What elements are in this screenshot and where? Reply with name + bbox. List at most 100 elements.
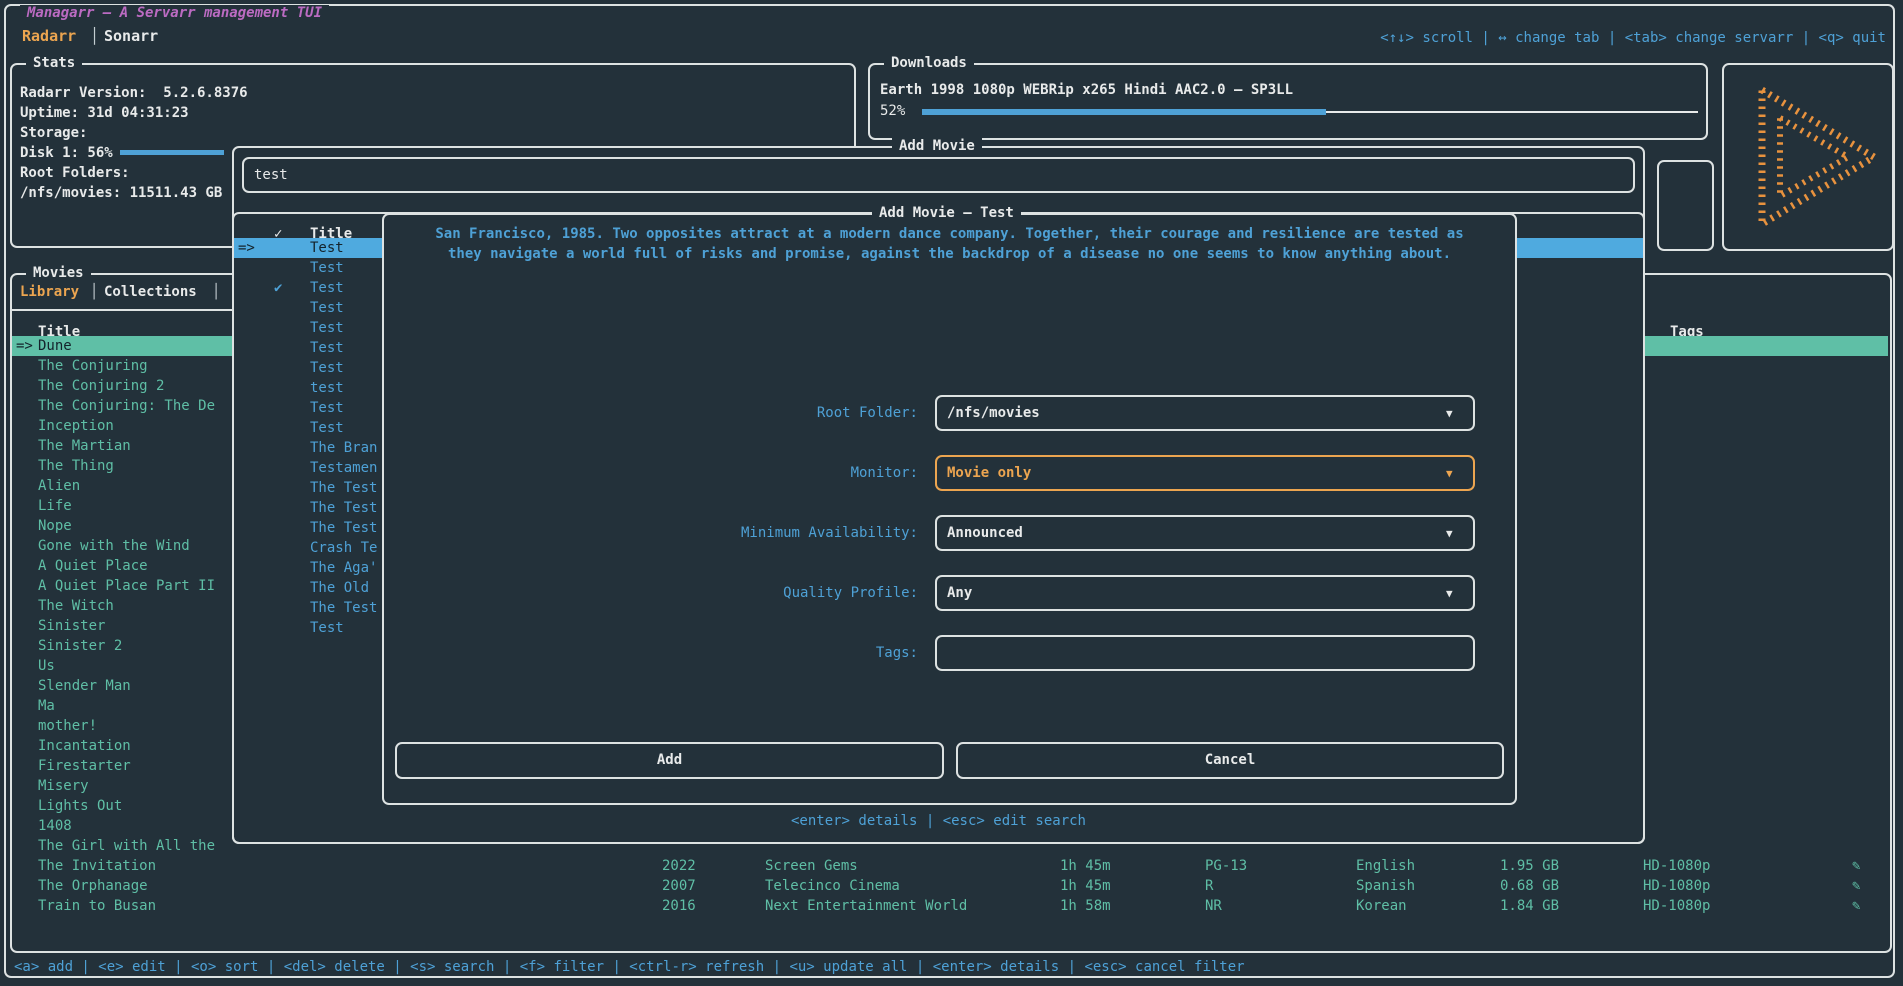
movie-row[interactable]: The Invitation: [38, 858, 156, 874]
movie-row[interactable]: Firestarter: [38, 758, 131, 774]
movie-row[interactable]: The Conjuring: The De: [38, 398, 215, 414]
add-movie-overlay-title: Add Movie: [892, 138, 982, 154]
search-result-row[interactable]: Testamen: [310, 460, 377, 476]
search-result-row[interactable]: Test: [310, 400, 344, 416]
movie-row[interactable]: Gone with the Wind: [38, 538, 190, 554]
search-result-row[interactable]: Test: [310, 300, 344, 316]
movie-row[interactable]: Sinister 2: [38, 638, 122, 654]
movie-row[interactable]: Slender Man: [38, 678, 131, 694]
search-result-row[interactable]: The Test: [310, 600, 377, 616]
add-movie-modal-title: Add Movie – Test: [872, 205, 1021, 221]
add-movie-modal: [382, 213, 1517, 805]
movie-row[interactable]: The Conjuring 2: [38, 378, 164, 394]
movie-row[interactable]: The Thing: [38, 458, 114, 474]
movie-cell: Next Entertainment World: [765, 898, 967, 914]
movie-row[interactable]: Nope: [38, 518, 72, 534]
search-result-row[interactable]: Test: [310, 340, 344, 356]
monitored-pencil-icon: ✎: [1852, 858, 1860, 874]
tab-separator: │: [90, 28, 99, 44]
search-result-row[interactable]: Test: [310, 240, 344, 256]
tab-library[interactable]: Library: [20, 284, 79, 300]
monitored-pencil-icon: ✎: [1852, 898, 1860, 914]
movie-row[interactable]: Sinister: [38, 618, 105, 634]
movie-row[interactable]: The Conjuring: [38, 358, 148, 374]
dropdown-arrow-icon: ▼: [1446, 526, 1453, 542]
movie-cell: 0.68 GB: [1500, 878, 1559, 894]
movie-row[interactable]: Us: [38, 658, 55, 674]
movie-cell: Telecinco Cinema: [765, 878, 900, 894]
search-result-row[interactable]: The Test: [310, 480, 377, 496]
search-result-row[interactable]: Test: [310, 260, 344, 276]
movie-cell: 2022: [662, 858, 696, 874]
search-result-row[interactable]: Test: [310, 360, 344, 376]
search-result-row[interactable]: The Bran: [310, 440, 377, 456]
downloads-panel: [868, 63, 1708, 140]
stats-disk-label: Disk 1: 56%: [20, 145, 113, 161]
stats-version: Radarr Version: 5.2.6.8376: [20, 85, 248, 101]
movie-row[interactable]: Life: [38, 498, 72, 514]
form-field-label: Minimum Availability:: [582, 525, 918, 541]
movies-tab-separator-1: │: [90, 284, 98, 300]
movie-row[interactable]: Dune: [38, 338, 72, 354]
movie-row[interactable]: The Girl with All the: [38, 838, 215, 854]
movie-row[interactable]: mother!: [38, 718, 97, 734]
movie-search-input[interactable]: [242, 157, 1635, 193]
search-result-row[interactable]: Test: [310, 280, 344, 296]
movie-row[interactable]: Train to Busan: [38, 898, 156, 914]
movie-cell: 1h 58m: [1060, 898, 1111, 914]
selection-arrow: =>: [16, 338, 33, 354]
movie-cell: 1.84 GB: [1500, 898, 1559, 914]
panel-fragment: [1657, 160, 1714, 251]
check-icon: ✔: [274, 280, 282, 296]
dropdown-arrow-icon: ▼: [1446, 406, 1453, 422]
search-result-row[interactable]: Test: [310, 320, 344, 336]
form-field-label: Root Folder:: [582, 405, 918, 421]
form-select[interactable]: [935, 575, 1475, 611]
form-field-value: /nfs/movies: [947, 405, 1040, 421]
movie-row[interactable]: Alien: [38, 478, 80, 494]
search-result-row[interactable]: The Old: [310, 580, 369, 596]
movie-row[interactable]: A Quiet Place: [38, 558, 148, 574]
tab-radarr[interactable]: Radarr: [22, 28, 76, 44]
movie-row[interactable]: Incantation: [38, 738, 131, 754]
search-result-row[interactable]: Crash Te: [310, 540, 377, 556]
download-item-name: Earth 1998 1080p WEBRip x265 Hindi AAC2.…: [880, 82, 1293, 98]
stats-rootfolders-label: Root Folders:: [20, 165, 130, 181]
tab-sonarr[interactable]: Sonarr: [104, 28, 158, 44]
movie-cell: 2016: [662, 898, 696, 914]
movie-row[interactable]: Ma: [38, 698, 55, 714]
movie-cell: 1h 45m: [1060, 858, 1111, 874]
search-result-row[interactable]: The Aga': [310, 560, 377, 576]
movie-row[interactable]: Lights Out: [38, 798, 122, 814]
movie-cell: Spanish: [1356, 878, 1415, 894]
movie-cell: NR: [1205, 898, 1222, 914]
form-field-value: Announced: [947, 525, 1023, 541]
search-result-row[interactable]: Test: [310, 420, 344, 436]
movie-cell: 2007: [662, 878, 696, 894]
movie-search-input-value: test: [254, 167, 288, 183]
movie-row[interactable]: A Quiet Place Part II: [38, 578, 215, 594]
search-result-row[interactable]: The Test: [310, 500, 377, 516]
search-result-row[interactable]: The Test: [310, 520, 377, 536]
movie-cell: PG-13: [1205, 858, 1247, 874]
movie-cell: HD-1080p: [1643, 898, 1710, 914]
tags-input[interactable]: [935, 635, 1475, 671]
movie-row[interactable]: The Witch: [38, 598, 114, 614]
tab-collections[interactable]: Collections: [104, 284, 197, 300]
disk-usage-gauge: [120, 150, 224, 155]
form-field-value: Any: [947, 585, 972, 601]
movie-overview-line1: San Francisco, 1985. Two opposites attra…: [392, 226, 1507, 242]
downloads-panel-title: Downloads: [884, 55, 974, 71]
search-result-row[interactable]: test: [310, 380, 344, 396]
stats-rootfolder-value: /nfs/movies: 11511.43 GB: [20, 185, 222, 201]
movie-row[interactable]: 1408: [38, 818, 72, 834]
form-field-label: Monitor:: [582, 465, 918, 481]
stats-storage-label: Storage:: [20, 125, 87, 141]
movie-cell: English: [1356, 858, 1415, 874]
search-result-row[interactable]: Test: [310, 620, 344, 636]
movie-row[interactable]: The Martian: [38, 438, 131, 454]
window-title: Managarr – A Servarr management TUI: [20, 5, 329, 21]
movie-row[interactable]: The Orphanage: [38, 878, 148, 894]
movie-row[interactable]: Misery: [38, 778, 89, 794]
movie-row[interactable]: Inception: [38, 418, 114, 434]
